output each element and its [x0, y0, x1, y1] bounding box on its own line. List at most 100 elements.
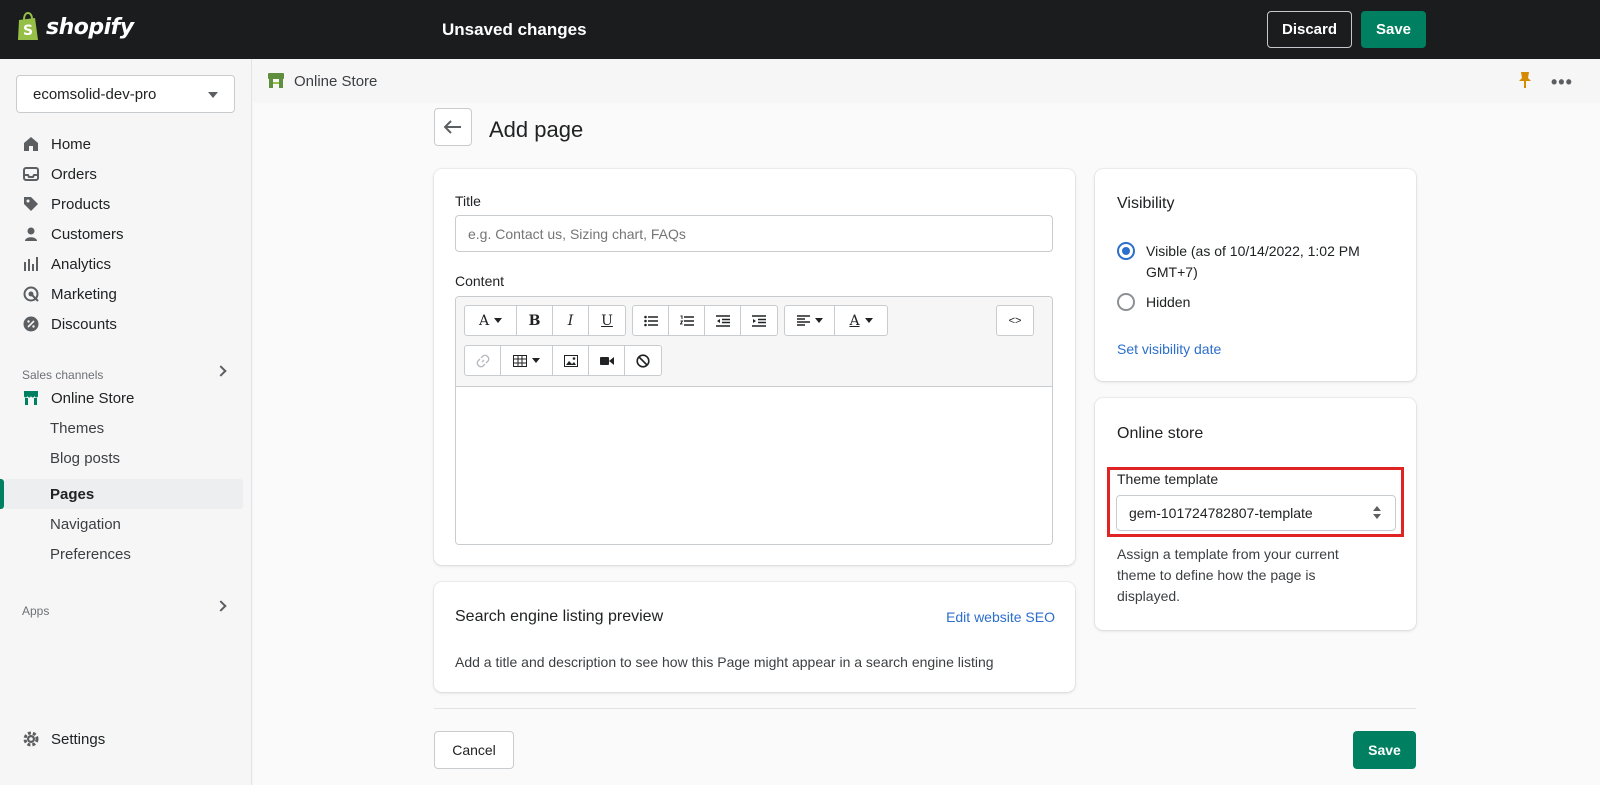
theme-template-select[interactable]: gem-101724782807-template — [1116, 495, 1396, 531]
save-button-bottom[interactable]: Save — [1353, 731, 1416, 769]
align-left-icon — [796, 315, 810, 326]
clear-formatting-button[interactable] — [625, 346, 661, 375]
sidebar-item-label: Customers — [51, 225, 124, 243]
outdent-button[interactable] — [705, 306, 741, 335]
sidebar-item-orders[interactable]: Orders — [22, 161, 97, 187]
arrow-left-icon — [444, 120, 461, 134]
sales-channels-label: Sales channels — [22, 368, 104, 382]
breadcrumb-bar: Online Store ••• — [253, 59, 1600, 103]
visible-radio[interactable] — [1117, 242, 1135, 260]
sidebar-item-customers[interactable]: Customers — [22, 221, 124, 247]
text-format-group: A B I U — [464, 305, 626, 336]
store-selector[interactable]: ecomsolid-dev-pro — [16, 75, 235, 113]
align-dropdown[interactable] — [785, 306, 835, 335]
select-arrows-icon — [1373, 506, 1381, 519]
numbered-list-icon — [679, 315, 694, 326]
outdent-icon — [715, 314, 730, 327]
bullet-list-icon — [643, 315, 658, 326]
bullet-list-button[interactable] — [633, 306, 669, 335]
store-icon — [22, 389, 40, 407]
cancel-button[interactable]: Cancel — [434, 731, 514, 769]
sidebar-item-label: Online Store — [51, 389, 135, 407]
text-color-dropdown[interactable]: A — [835, 306, 887, 335]
top-bar: S shopify Unsaved changes Discard Save — [0, 0, 1600, 59]
template-help-line-1: Assign a template from your current — [1117, 546, 1339, 562]
bold-button[interactable]: B — [517, 306, 553, 335]
numbered-list-button[interactable] — [669, 306, 705, 335]
sidebar-item-online-store[interactable]: Online Store — [22, 385, 134, 411]
more-actions-icon[interactable]: ••• — [1551, 72, 1573, 93]
alignment-color-group: A — [784, 305, 888, 336]
sidebar-sub-item-pages[interactable]: Pages — [50, 481, 94, 507]
sales-channels-chevron-icon[interactable] — [215, 365, 227, 377]
apps-chevron-icon[interactable] — [215, 600, 227, 612]
sidebar-item-marketing[interactable]: Marketing — [22, 281, 117, 307]
sidebar-item-discounts[interactable]: Discounts — [22, 311, 117, 337]
sidebar-sub-item-preferences[interactable]: Preferences — [50, 541, 131, 567]
visibility-card: Visibility Visible (as of 10/14/2022, 1:… — [1095, 169, 1416, 381]
person-icon — [22, 225, 40, 243]
editor-toolbar: A B I U A <> — [456, 297, 1052, 387]
sidebar-item-label: Products — [51, 195, 111, 213]
pin-icon[interactable] — [1518, 71, 1532, 89]
sidebar: ecomsolid-dev-pro Home Orders Products C… — [0, 59, 252, 785]
template-help-line-2: theme to define how the page is — [1117, 567, 1316, 583]
rich-text-editor: A B I U A <> — [455, 296, 1053, 545]
sidebar-item-settings[interactable]: Settings — [22, 726, 105, 752]
visibility-title: Visibility — [1117, 195, 1175, 212]
sidebar-item-label: Settings — [51, 730, 106, 748]
table-icon — [513, 354, 527, 367]
unsaved-changes-label: Unsaved changes — [442, 20, 587, 39]
set-visibility-date-link[interactable]: Set visibility date — [1117, 341, 1221, 357]
insert-image-button[interactable] — [553, 346, 589, 375]
editor-body[interactable] — [456, 387, 1052, 544]
sidebar-sub-item-blog-posts[interactable]: Blog posts — [50, 445, 120, 471]
title-label: Title — [455, 193, 481, 209]
hidden-radio[interactable] — [1117, 293, 1135, 311]
insert-video-button[interactable] — [589, 346, 625, 375]
seo-card: Search engine listing preview Edit websi… — [434, 582, 1075, 692]
seo-description: Add a title and description to see how t… — [455, 654, 994, 670]
discount-icon — [22, 315, 40, 333]
theme-template-value: gem-101724782807-template — [1129, 505, 1313, 521]
caret-down-icon — [814, 318, 823, 323]
sidebar-item-label: Analytics — [51, 255, 112, 273]
caret-down-icon — [532, 358, 540, 363]
sidebar-item-products[interactable]: Products — [22, 191, 110, 217]
store-name: ecomsolid-dev-pro — [33, 85, 157, 103]
font-style-label: A — [478, 312, 490, 329]
sidebar-item-label: Marketing — [51, 285, 117, 303]
back-button[interactable] — [434, 108, 472, 146]
sidebar-sub-item-navigation[interactable]: Navigation — [50, 511, 121, 537]
underline-button[interactable]: U — [589, 306, 625, 335]
shopify-logo[interactable]: S shopify — [16, 12, 134, 42]
brand-name: shopify — [46, 14, 134, 40]
gear-icon — [22, 730, 40, 748]
seo-title: Search engine listing preview — [455, 608, 664, 625]
theme-template-label: Theme template — [1117, 471, 1219, 487]
online-store-app-icon — [268, 73, 284, 88]
sidebar-sub-item-themes[interactable]: Themes — [50, 415, 104, 441]
tag-icon — [22, 195, 40, 213]
sidebar-item-home[interactable]: Home — [22, 131, 91, 157]
caret-down-icon — [208, 92, 218, 98]
insert-table-dropdown[interactable] — [501, 346, 553, 375]
apps-label: Apps — [22, 604, 50, 618]
indent-button[interactable] — [741, 306, 777, 335]
title-input[interactable] — [455, 215, 1053, 252]
edit-seo-link[interactable]: Edit website SEO — [946, 609, 1055, 625]
discard-button[interactable]: Discard — [1267, 11, 1352, 48]
visible-label: Visible (as of 10/14/2022, 1:02 PM — [1146, 243, 1360, 259]
svg-text:S: S — [23, 23, 33, 39]
target-icon — [22, 285, 40, 303]
save-button-top[interactable]: Save — [1361, 11, 1426, 48]
italic-button[interactable]: I — [553, 306, 589, 335]
breadcrumb-label[interactable]: Online Store — [294, 73, 377, 90]
insert-link-button[interactable] — [465, 346, 501, 375]
sidebar-item-analytics[interactable]: Analytics — [22, 251, 111, 277]
show-html-button[interactable]: <> — [997, 306, 1033, 335]
sidebar-item-label: Orders — [51, 165, 97, 183]
image-icon — [563, 354, 578, 367]
font-style-dropdown[interactable]: A — [465, 306, 517, 335]
active-item-background — [4, 479, 243, 509]
